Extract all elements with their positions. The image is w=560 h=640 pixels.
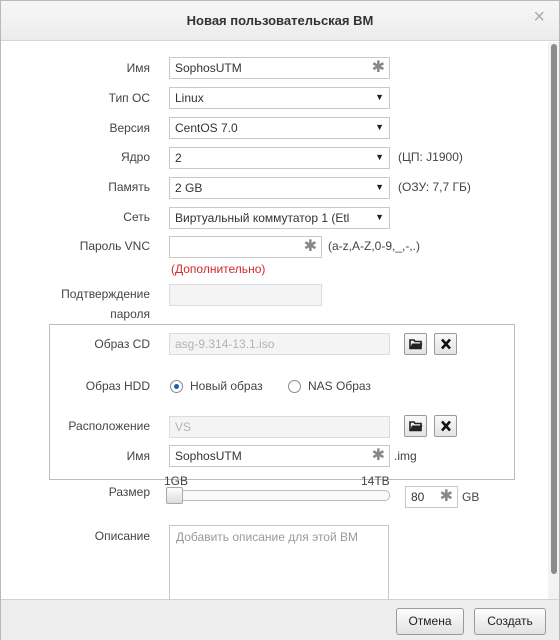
version-label: Версия: [109, 121, 150, 135]
asterisk-icon: ✱: [439, 488, 453, 505]
chevron-down-icon: ▼: [375, 182, 384, 192]
radio-new-image[interactable]: [170, 380, 183, 393]
size-input[interactable]: 80 ✱: [405, 486, 458, 508]
os-type-select[interactable]: Linux ▼: [169, 87, 390, 109]
network-value: Виртуальный коммутатор 1 (Etl: [175, 211, 350, 225]
hdd-name-value: SophosUTM: [175, 449, 242, 463]
confirm-password-input[interactable]: [169, 284, 322, 306]
folder-icon: [409, 421, 423, 432]
dialog-footer: Отмена Создать: [1, 599, 559, 640]
size-min-label: 1GB: [164, 474, 189, 488]
create-button[interactable]: Создать: [474, 608, 546, 635]
asterisk-icon: ✱: [371, 447, 385, 464]
cancel-button[interactable]: Отмена: [396, 608, 464, 635]
version-value: CentOS 7.0: [175, 121, 238, 135]
network-label: Сеть: [123, 210, 150, 224]
vnc-password-input[interactable]: ✱: [169, 236, 322, 258]
radio-selected-dot: [174, 384, 179, 389]
chevron-down-icon: ▼: [375, 212, 384, 222]
location-label: Расположение: [68, 419, 150, 433]
vm-dialog: Новая пользовательская ВМ × Имя SophosUT…: [0, 0, 560, 640]
hdd-name-input[interactable]: SophosUTM ✱: [169, 445, 390, 467]
form-content: Имя SophosUTM ✱ Тип ОС Linux ▼ Версия Ce…: [1, 42, 547, 599]
confirm-password-label-2: пароля: [110, 307, 150, 321]
cores-label: Ядро: [120, 150, 150, 164]
chevron-down-icon: ▼: [375, 122, 384, 132]
memory-value: 2 GB: [175, 181, 203, 195]
memory-select[interactable]: 2 GB ▼: [169, 177, 390, 199]
title-bar: Новая пользовательская ВМ ×: [1, 1, 559, 41]
os-type-label: Тип ОС: [108, 91, 150, 105]
radio-new-image-label[interactable]: Новый образ: [190, 379, 263, 393]
advanced-link[interactable]: (Дополнительно): [171, 262, 265, 276]
version-select[interactable]: CentOS 7.0 ▼: [169, 117, 390, 139]
vnc-password-label: Пароль VNC: [79, 239, 150, 253]
radio-nas-image[interactable]: [288, 380, 301, 393]
location-input[interactable]: VS: [169, 416, 390, 438]
asterisk-icon: ✱: [371, 59, 385, 76]
password-charset-hint: (a-z,A-Z,0-9,_,-,.): [328, 239, 421, 253]
scrollbar-thumb[interactable]: [551, 44, 557, 574]
chevron-down-icon: ▼: [375, 92, 384, 102]
close-x-icon: [441, 420, 451, 432]
memory-label: Память: [108, 180, 150, 194]
description-textarea[interactable]: Добавить описание для этой ВМ: [169, 525, 389, 605]
cores-select[interactable]: 2 ▼: [169, 147, 390, 169]
description-label: Описание: [94, 529, 150, 543]
name-input[interactable]: SophosUTM ✱: [169, 57, 390, 79]
size-unit: GB: [462, 490, 480, 504]
hdd-name-label: Имя: [126, 449, 150, 463]
scrollbar[interactable]: [548, 42, 559, 599]
network-select[interactable]: Виртуальный коммутатор 1 (Etl ▼: [169, 207, 390, 229]
close-icon[interactable]: ×: [533, 7, 545, 27]
ram-hint: (ОЗУ: 7,7 ГБ): [398, 180, 471, 194]
size-max-label: 14TB: [361, 474, 390, 488]
size-slider-track[interactable]: [166, 490, 390, 501]
radio-nas-image-label[interactable]: NAS Образ: [308, 379, 371, 393]
location-clear-button[interactable]: [434, 415, 457, 437]
location-value: VS: [175, 420, 192, 434]
size-slider-handle[interactable]: [166, 487, 183, 504]
dialog-title: Новая пользовательская ВМ: [186, 13, 374, 28]
chevron-down-icon: ▼: [375, 152, 384, 162]
confirm-password-label-1: Подтверждение: [61, 287, 150, 301]
cores-value: 2: [175, 151, 182, 165]
hdd-name-suffix: .img: [394, 449, 417, 463]
asterisk-icon: ✱: [303, 238, 317, 255]
name-value: SophosUTM: [175, 61, 242, 75]
size-value: 80: [411, 490, 425, 504]
cpu-hint: (ЦП: J1900): [398, 150, 463, 164]
name-label: Имя: [126, 61, 150, 75]
hdd-label: Образ HDD: [85, 379, 150, 393]
location-browse-button[interactable]: [404, 415, 427, 437]
os-type-value: Linux: [175, 91, 204, 105]
size-label: Размер: [108, 485, 150, 499]
